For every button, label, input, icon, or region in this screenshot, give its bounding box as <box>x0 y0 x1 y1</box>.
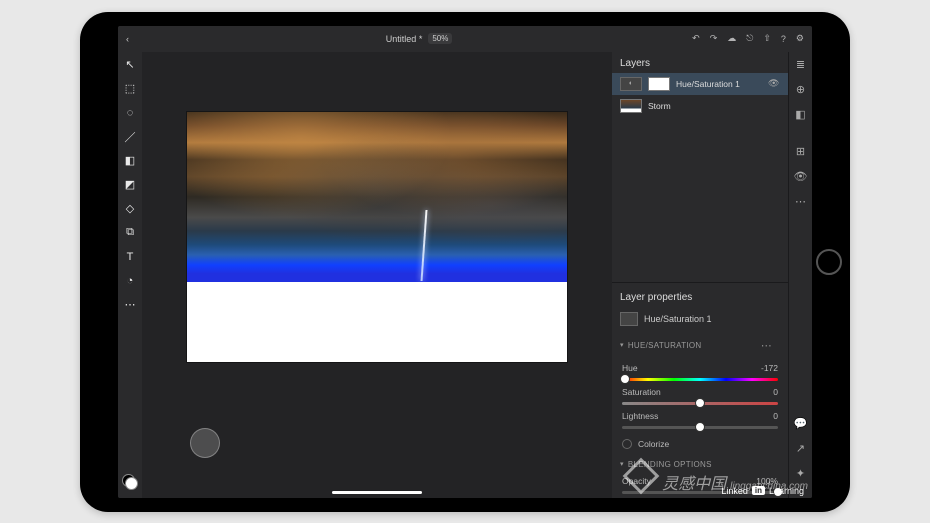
eraser-tool[interactable]: ◧ <box>123 154 137 168</box>
layer-name[interactable]: Storm <box>648 101 780 111</box>
layer-name[interactable]: Hue/Saturation 1 <box>676 79 762 89</box>
layer-mask-thumb[interactable] <box>648 77 670 91</box>
topbar-actions: ↶ ↷ ☁ ⎋ ⇧ ? ⚙ <box>692 33 804 44</box>
hue-slider[interactable]: Hue -172 <box>612 361 788 385</box>
panel-main: Layers ◐ Hue/Saturation 1 👁 Storm Layer … <box>612 52 788 498</box>
lightness-label: Lightness <box>622 411 658 421</box>
saturation-thumb[interactable] <box>695 398 705 408</box>
more-tool[interactable]: ⋯ <box>123 298 137 312</box>
chevron-down-icon: ▾ <box>620 460 624 468</box>
crop-tool[interactable]: ⧉ <box>123 226 137 240</box>
document-title[interactable]: Untitled * <box>386 34 423 44</box>
eyedrop-tool[interactable]: ◔ <box>123 274 137 288</box>
adjustment-thumb <box>620 312 638 326</box>
ipad-frame: ‹ Untitled * 50% ↶ ↷ ☁ ⎋ ⇧ ? ⚙ ↖ ⬚ ◌ ／ <box>80 12 850 512</box>
visibility-strip-icon[interactable]: 👁 <box>794 170 808 183</box>
visibility-icon[interactable]: 👁 <box>768 78 780 89</box>
settings-icon[interactable]: ⚙ <box>796 33 804 44</box>
left-toolbar: ↖ ⬚ ◌ ／ ◧ ◩ ◇ ⧉ T ◔ ⋯ <box>118 52 142 498</box>
marquee-tool[interactable]: ⬚ <box>123 82 137 96</box>
hue-label: Hue <box>622 363 638 373</box>
layer-row-image[interactable]: Storm <box>612 95 788 117</box>
share-icon[interactable]: ⇧ <box>763 33 771 44</box>
app-screen: ‹ Untitled * 50% ↶ ↷ ☁ ⎋ ⇧ ? ⚙ ↖ ⬚ ◌ ／ <box>118 26 812 498</box>
title-zone: Untitled * 50% <box>146 33 692 44</box>
saturation-label: Saturation <box>622 387 661 397</box>
brush-tool[interactable]: ／ <box>123 130 137 144</box>
layer-thumb[interactable] <box>620 99 642 113</box>
layer-row-adjustment[interactable]: ◐ Hue/Saturation 1 👁 <box>612 73 788 95</box>
saturation-track[interactable] <box>622 402 778 405</box>
lasso-tool[interactable]: ◌ <box>123 106 137 120</box>
touch-indicator <box>190 428 220 458</box>
user-icon[interactable]: ⎋ <box>746 33 753 44</box>
right-panel: Layers ◐ Hue/Saturation 1 👁 Storm Layer … <box>612 52 812 498</box>
redo-icon[interactable]: ↷ <box>710 33 718 44</box>
back-icon[interactable]: ‹ <box>126 34 146 44</box>
color-swatch[interactable] <box>122 474 138 490</box>
hue-thumb[interactable] <box>620 374 630 384</box>
undo-icon[interactable]: ↶ <box>692 33 700 44</box>
canvas-image <box>187 112 567 282</box>
opacity-label: Opacity <box>622 476 651 486</box>
hue-value: -172 <box>761 363 778 373</box>
mask-icon[interactable]: ◧ <box>795 108 805 121</box>
layers-heading: Layers <box>612 52 788 73</box>
main-area: ↖ ⬚ ◌ ／ ◧ ◩ ◇ ⧉ T ◔ ⋯ <box>118 52 812 498</box>
layer-properties-target[interactable]: Hue/Saturation 1 <box>612 308 788 330</box>
lightness-track[interactable] <box>622 426 778 429</box>
layer-properties-heading: Layer properties <box>612 287 788 308</box>
text-tool[interactable]: T <box>123 250 137 264</box>
blending-options-section[interactable]: ▾ BLENDING OPTIONS <box>612 455 788 474</box>
adjustment-icon: ◐ <box>620 77 642 91</box>
colorize-toggle[interactable]: Colorize <box>612 433 788 455</box>
arrow-icon[interactable]: ↗ <box>796 442 805 455</box>
canvas-area[interactable] <box>142 52 612 498</box>
lightness-slider[interactable]: Lightness 0 <box>612 409 788 433</box>
saturation-value: 0 <box>773 387 778 397</box>
chevron-down-icon: ▾ <box>620 341 624 349</box>
comment-icon[interactable]: 💬 <box>794 417 808 430</box>
help-icon[interactable]: ? <box>781 34 786 44</box>
hue-saturation-section[interactable]: ▾ HUE/SATURATION ⋯ <box>612 330 788 361</box>
top-bar: ‹ Untitled * 50% ↶ ↷ ☁ ⎋ ⇧ ? ⚙ <box>118 26 812 52</box>
add-adjustment-icon[interactable]: ⊞ <box>796 145 805 158</box>
home-indicator[interactable] <box>332 491 422 494</box>
linkedin-learning-badge: Linked in Learning <box>721 486 804 496</box>
lightness-thumb[interactable] <box>695 422 705 432</box>
wand-icon[interactable]: ✦ <box>796 467 805 480</box>
adjustment-name: Hue/Saturation 1 <box>644 314 780 324</box>
zoom-badge[interactable]: 50% <box>428 33 452 44</box>
right-strip: ≣ ⊕ ◧ ⊞ 👁 ⋯ 💬 ↗ ✦ <box>788 52 812 498</box>
opacity-value: 100% <box>756 476 778 486</box>
saturation-slider[interactable]: Saturation 0 <box>612 385 788 409</box>
cloud-icon[interactable]: ☁ <box>727 33 736 44</box>
canvas[interactable] <box>187 112 567 362</box>
add-layer-icon[interactable]: ⊕ <box>796 83 805 96</box>
select-tool[interactable]: ↖ <box>123 58 137 72</box>
gradient-tool[interactable]: ◩ <box>123 178 137 192</box>
checkbox-icon[interactable] <box>622 439 632 449</box>
properties-icon[interactable]: ⋯ <box>795 195 806 208</box>
shape-tool[interactable]: ◇ <box>123 202 137 216</box>
more-options-icon[interactable]: ⋯ <box>753 335 780 356</box>
ipad-home-button[interactable] <box>816 249 842 275</box>
lightness-value: 0 <box>773 411 778 421</box>
layers-panel-icon[interactable]: ≣ <box>796 58 805 71</box>
colorize-label: Colorize <box>638 439 669 449</box>
hue-track[interactable] <box>622 378 778 381</box>
lightning <box>420 210 427 281</box>
